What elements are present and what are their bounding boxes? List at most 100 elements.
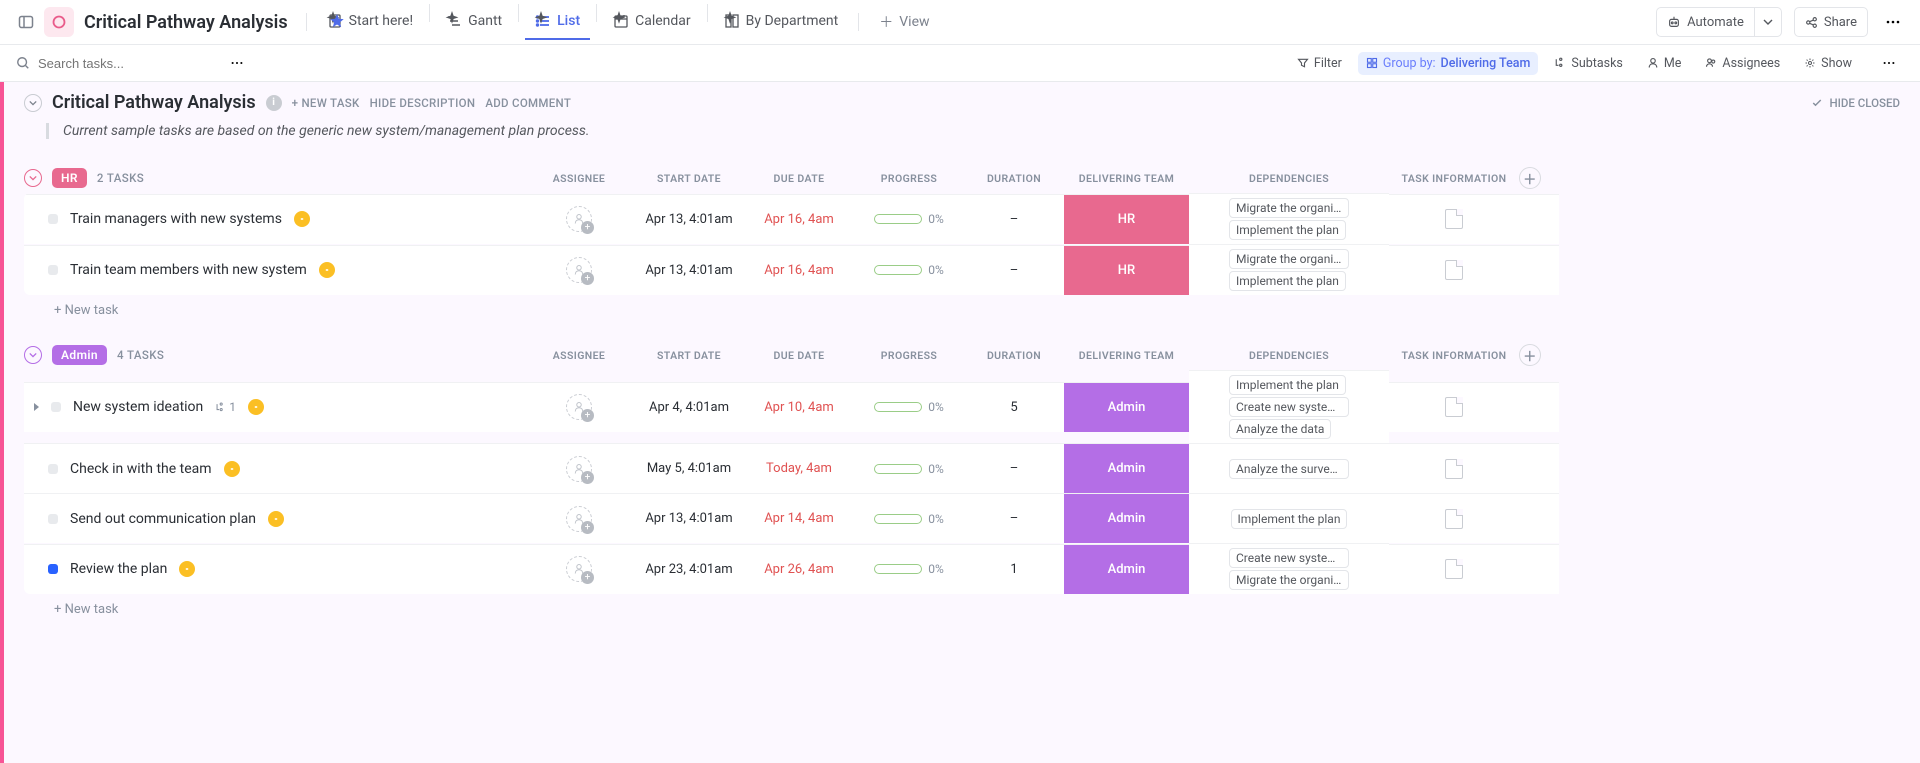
due-date-cell[interactable]: Apr 14, 4am (744, 493, 854, 543)
due-date-cell[interactable]: Today, 4am (744, 443, 854, 493)
due-date-cell[interactable]: Apr 26, 4am (744, 544, 854, 594)
assignee-placeholder-icon[interactable] (566, 506, 592, 532)
progress-cell[interactable]: 0% (854, 245, 964, 295)
task-name-cell[interactable]: Send out communication plan (24, 493, 524, 543)
group-collapse-button[interactable] (24, 346, 42, 364)
me-button[interactable]: Me (1639, 52, 1690, 75)
dependencies-cell[interactable]: Migrate the organizati…Implement the pla… (1189, 244, 1389, 295)
task-info-cell[interactable] (1389, 194, 1519, 244)
task-info-cell[interactable] (1389, 443, 1519, 493)
assignee-cell[interactable] (524, 493, 634, 543)
task-info-cell[interactable] (1389, 245, 1519, 295)
column-header-info[interactable]: TASK INFORMATION (1389, 345, 1519, 366)
subtasks-button[interactable]: Subtasks (1546, 52, 1630, 75)
hide-description-button[interactable]: HIDE DESCRIPTION (370, 96, 476, 110)
task-name-cell[interactable]: Review the plan (24, 544, 524, 594)
progress-cell[interactable]: 0% (854, 443, 964, 493)
info-icon[interactable]: i (266, 95, 282, 111)
status-square[interactable] (48, 464, 58, 474)
duration-cell[interactable]: – (964, 493, 1064, 543)
start-date-cell[interactable]: Apr 13, 4:01am (634, 194, 744, 244)
view-tab-gantt[interactable]: Gantt (436, 4, 512, 40)
collapse-all-button[interactable] (24, 94, 42, 112)
start-date-cell[interactable]: Apr 13, 4:01am (634, 245, 744, 295)
dependencies-cell[interactable]: Implement the plan (1189, 493, 1389, 543)
due-date-cell[interactable]: Apr 10, 4am (744, 382, 854, 432)
assignee-cell[interactable] (524, 443, 634, 493)
dependencies-cell[interactable]: Implement the planCreate new system pl…A… (1189, 370, 1389, 443)
dependency-pill[interactable]: Create new system pl… (1229, 397, 1349, 417)
group-by-button[interactable]: Group by: Delivering Team (1358, 52, 1539, 75)
start-date-cell[interactable]: May 5, 4:01am (634, 443, 744, 493)
assignee-placeholder-icon[interactable] (566, 206, 592, 232)
progress-cell[interactable]: 0% (854, 544, 964, 594)
progress-cell[interactable]: 0% (854, 493, 964, 543)
status-square[interactable] (51, 402, 61, 412)
more-menu-button[interactable] (1878, 7, 1908, 37)
column-header-start[interactable]: START DATE (634, 168, 744, 189)
filter-button[interactable]: Filter (1289, 52, 1350, 75)
dependency-pill[interactable]: Implement the plan (1229, 375, 1346, 395)
filterbar-more-button[interactable] (1874, 48, 1904, 78)
column-header-start[interactable]: START DATE (634, 345, 744, 366)
status-square[interactable] (48, 514, 58, 524)
start-date-cell[interactable]: Apr 4, 4:01am (634, 382, 744, 432)
priority-icon[interactable] (248, 399, 264, 415)
delivering-team-cell[interactable]: HR (1064, 194, 1189, 244)
column-header-assignee[interactable]: ASSIGNEE (524, 168, 634, 189)
view-tab-cal[interactable]: Calendar (603, 4, 701, 40)
priority-icon[interactable] (294, 211, 310, 227)
column-header-team[interactable]: DELIVERING TEAM (1064, 168, 1189, 189)
assignees-button[interactable]: Assignees (1697, 52, 1788, 75)
add-comment-button[interactable]: ADD COMMENT (485, 96, 571, 110)
assignee-placeholder-icon[interactable] (566, 394, 592, 420)
column-header-duration[interactable]: DURATION (964, 345, 1064, 366)
due-date-cell[interactable]: Apr 16, 4am (744, 245, 854, 295)
column-header-team[interactable]: DELIVERING TEAM (1064, 345, 1189, 366)
dependency-pill[interactable]: Analyze the data (1229, 419, 1331, 439)
column-header-info[interactable]: TASK INFORMATION (1389, 168, 1519, 189)
dependency-pill[interactable]: Implement the plan (1229, 220, 1346, 240)
delivering-team-cell[interactable]: Admin (1064, 382, 1189, 432)
search-options-button[interactable] (224, 50, 250, 76)
start-date-cell[interactable]: Apr 13, 4:01am (634, 493, 744, 543)
assignee-cell[interactable] (524, 245, 634, 295)
column-header-deps[interactable]: DEPENDENCIES (1189, 345, 1389, 366)
hide-closed-button[interactable]: HIDE CLOSED (1811, 96, 1900, 110)
duration-cell[interactable]: – (964, 194, 1064, 244)
group-collapse-button[interactable] (24, 169, 42, 187)
priority-icon[interactable] (319, 262, 335, 278)
dependencies-cell[interactable]: Analyze the survey d… (1189, 443, 1389, 493)
dependency-pill[interactable]: Migrate the organizati… (1229, 249, 1349, 269)
column-header-progress[interactable]: PROGRESS (854, 345, 964, 366)
automate-button[interactable]: Automate (1656, 7, 1754, 37)
sidebar-toggle-icon[interactable] (12, 8, 40, 36)
dependency-pill[interactable]: Analyze the survey d… (1229, 459, 1349, 479)
assignee-placeholder-icon[interactable] (566, 556, 592, 582)
task-info-cell[interactable] (1389, 382, 1519, 432)
task-name-cell[interactable]: New system ideation1 (24, 382, 524, 432)
priority-icon[interactable] (224, 461, 240, 477)
dependency-pill[interactable]: Implement the plan (1231, 509, 1348, 529)
new-task-row[interactable]: + New task (24, 594, 1900, 621)
assignee-placeholder-icon[interactable] (566, 456, 592, 482)
assignee-cell[interactable] (524, 544, 634, 594)
search-input[interactable] (38, 56, 178, 71)
dependency-pill[interactable]: Migrate the organizat… (1229, 570, 1349, 590)
status-square[interactable] (48, 265, 58, 275)
dependency-pill[interactable]: Create new system s… (1229, 548, 1349, 568)
dependency-pill[interactable]: Migrate the organizati… (1229, 198, 1349, 218)
new-task-row[interactable]: + New task (24, 295, 1900, 322)
subtask-count[interactable]: 1 (215, 400, 236, 414)
task-name-cell[interactable]: Check in with the team (24, 443, 524, 493)
duration-cell[interactable]: 5 (964, 382, 1064, 432)
duration-cell[interactable]: – (964, 245, 1064, 295)
column-header-due[interactable]: DUE DATE (744, 345, 854, 366)
priority-icon[interactable] (179, 561, 195, 577)
view-tab-start[interactable]: Start here! (317, 4, 423, 40)
dependencies-cell[interactable]: Migrate the organizati…Implement the pla… (1189, 193, 1389, 244)
delivering-team-cell[interactable]: Admin (1064, 443, 1189, 493)
status-square[interactable] (48, 214, 58, 224)
delivering-team-cell[interactable]: Admin (1064, 544, 1189, 594)
add-view-button[interactable]: ＋ View (869, 7, 939, 37)
